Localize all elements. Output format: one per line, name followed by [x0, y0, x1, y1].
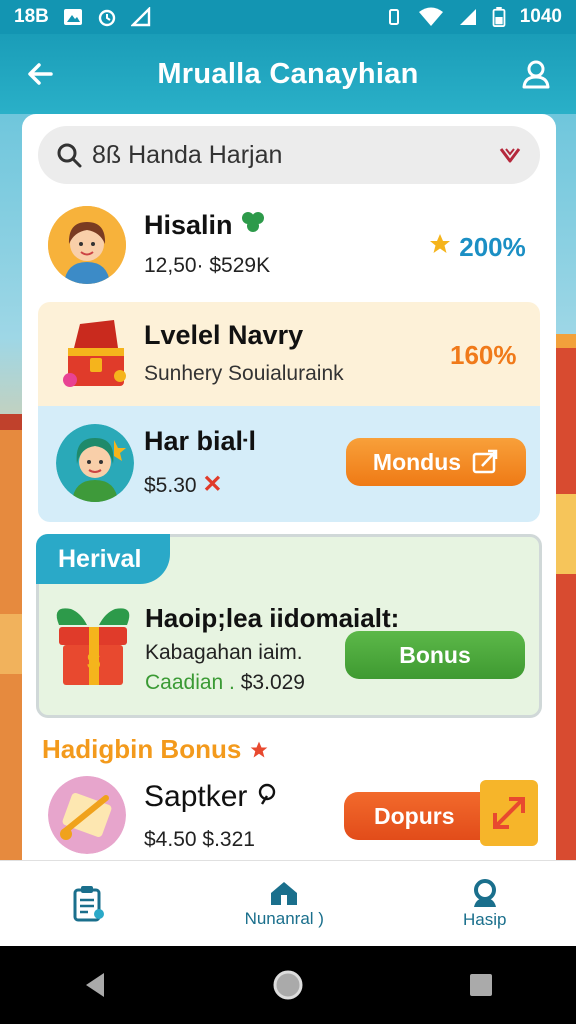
nav-item-clipboard[interactable]: [70, 884, 106, 924]
main-card: 8ß Handa Harjan Hisalin 12,50· $529K 200…: [22, 114, 556, 860]
item-percentage: 200%: [459, 232, 526, 262]
status-time-right: 1040: [519, 6, 562, 27]
search-input[interactable]: 8ß Handa Harjan: [92, 141, 488, 170]
account-button[interactable]: [516, 54, 556, 94]
nav-item-home[interactable]: Nunanral ): [245, 879, 324, 929]
system-navigation-bar: [0, 946, 576, 1024]
nav-item-profile[interactable]: Hasip: [463, 878, 506, 930]
arrow-external-icon: [472, 449, 498, 474]
list-item[interactable]: Lvelel Navry Sunhery Souialuraink 160%: [38, 302, 540, 406]
svg-text:$: $: [87, 648, 101, 675]
section-heading-label: Hadigbin Bonus: [42, 734, 242, 764]
person-avatar-icon: [56, 424, 134, 502]
expand-arrows-icon: [493, 797, 525, 829]
recents-square-icon[interactable]: [468, 972, 494, 998]
section-heading: Hadigbin Bonus: [42, 734, 269, 765]
featured-tag: Herival: [36, 534, 170, 584]
back-triangle-icon[interactable]: [82, 971, 108, 999]
star-icon: [250, 741, 268, 757]
nav-item-label: Hasip: [462, 909, 507, 929]
item-subtitle: $4.50 $.321: [144, 828, 255, 851]
page-title: Mrualla Canayhian: [157, 57, 419, 90]
list-item[interactable]: Har biaŀl $5.30 ✕ Mondus: [38, 406, 540, 522]
home-circle-icon[interactable]: [272, 969, 304, 1001]
featured-amount-value: $3.029: [240, 671, 305, 694]
status-time-left: 18B: [14, 6, 49, 27]
alarm-icon: [98, 9, 116, 27]
item-name: Saptker: [144, 780, 248, 813]
heart-chevron-icon[interactable]: [498, 144, 522, 166]
mondus-button-label: Mondus: [372, 448, 462, 475]
search-bar[interactable]: 8ß Handa Harjan: [38, 126, 540, 184]
avatar: [48, 206, 126, 284]
avatar: [48, 776, 126, 854]
featured-amount-label: Caadian .: [145, 671, 235, 694]
treasure-chest-icon: [56, 314, 134, 392]
person-avatar-icon: [48, 206, 126, 284]
user-icon: [522, 60, 550, 89]
item-name: Har biaŀl: [144, 426, 256, 456]
featured-card[interactable]: Herival $ Haoip;lea iidomaialt: Kabagaha…: [36, 534, 542, 718]
item-subtitle: Sunhery Souialuraink: [144, 362, 344, 385]
item-percentage: 160%: [450, 340, 517, 370]
featured-title: Haoip;lea iidomaialt:: [145, 603, 400, 633]
profile-search-icon: [473, 878, 496, 907]
list-item[interactable]: Hisalin 12,50· $529K 200%: [22, 198, 556, 298]
item-name: Lvelel Navry: [144, 320, 304, 350]
search-icon: [57, 143, 82, 168]
star-icon: [430, 234, 450, 253]
item-subtitle: $5.30: [144, 474, 197, 497]
expand-icon[interactable]: [480, 780, 538, 846]
dopurs-button-label: Dopurs: [374, 802, 455, 829]
wifi-icon: [418, 7, 443, 26]
bottom-navigation: Nunanral ) Hasip: [0, 860, 576, 946]
pin-icon: [258, 783, 275, 805]
list-item[interactable]: Saptker $4.50 $.321 Dopurs: [22, 768, 556, 860]
vibrate-icon: [388, 9, 399, 25]
cell-signal-icon: [459, 9, 476, 25]
arrow-left-icon: [28, 63, 53, 85]
app-bar: Mrualla Canayhian: [0, 34, 576, 114]
back-button[interactable]: [20, 54, 60, 94]
featured-subtitle: Kabagahan iaim.: [145, 641, 303, 664]
featured-tag-label: Herival: [58, 544, 142, 573]
status-bar: 18B 1040: [0, 0, 576, 34]
item-subtitle: 12,50· $529K: [144, 254, 271, 277]
home-icon: [271, 881, 298, 905]
ticket-icon: [48, 776, 126, 854]
battery-icon: [492, 7, 506, 27]
item-name: Hisalin: [144, 210, 233, 240]
bonus-button[interactable]: Bonus: [345, 631, 525, 679]
bonus-button-label: Bonus: [399, 641, 471, 668]
avatar: [56, 424, 134, 502]
clover-icon: [242, 212, 265, 232]
nav-item-label: Nunanral ): [244, 908, 324, 928]
clipboard-icon: [73, 885, 104, 921]
close-icon[interactable]: ✕: [202, 471, 222, 498]
mondus-button[interactable]: Mondus: [346, 438, 526, 486]
image-notification-icon: [63, 9, 82, 25]
gift-box-icon: $: [51, 599, 135, 689]
signal-chart-icon: [130, 7, 151, 27]
